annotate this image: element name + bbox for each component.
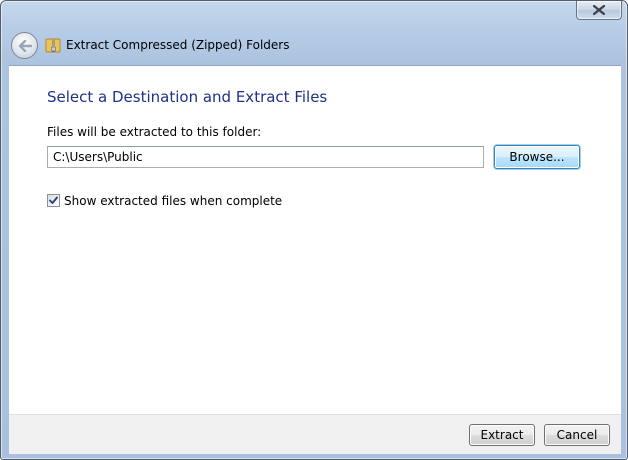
dialog-content: Select a Destination and Extract Files F… xyxy=(9,65,621,414)
back-arrow-icon xyxy=(18,39,32,52)
destination-path-input[interactable] xyxy=(47,146,484,168)
show-files-option[interactable]: Show extracted files when complete xyxy=(47,193,282,208)
browse-button[interactable]: Browse... xyxy=(494,145,580,169)
dialog-footer: Extract Cancel xyxy=(9,414,621,454)
page-heading: Select a Destination and Extract Files xyxy=(47,88,328,106)
checkmark-icon xyxy=(49,196,58,204)
cancel-button[interactable]: Cancel xyxy=(544,424,610,446)
back-button[interactable] xyxy=(11,32,38,59)
show-files-label: Show extracted files when complete xyxy=(64,193,283,208)
dialog-window: Extract Compressed (Zipped) Folders Sele… xyxy=(0,0,628,460)
destination-label: Files will be extracted to this folder: xyxy=(47,125,262,139)
show-files-checkbox[interactable] xyxy=(47,194,60,207)
window-title: Extract Compressed (Zipped) Folders xyxy=(66,38,290,52)
extract-button[interactable]: Extract xyxy=(469,424,535,446)
close-icon xyxy=(593,5,605,15)
zip-folder-icon xyxy=(45,38,61,53)
close-button[interactable] xyxy=(576,1,622,20)
